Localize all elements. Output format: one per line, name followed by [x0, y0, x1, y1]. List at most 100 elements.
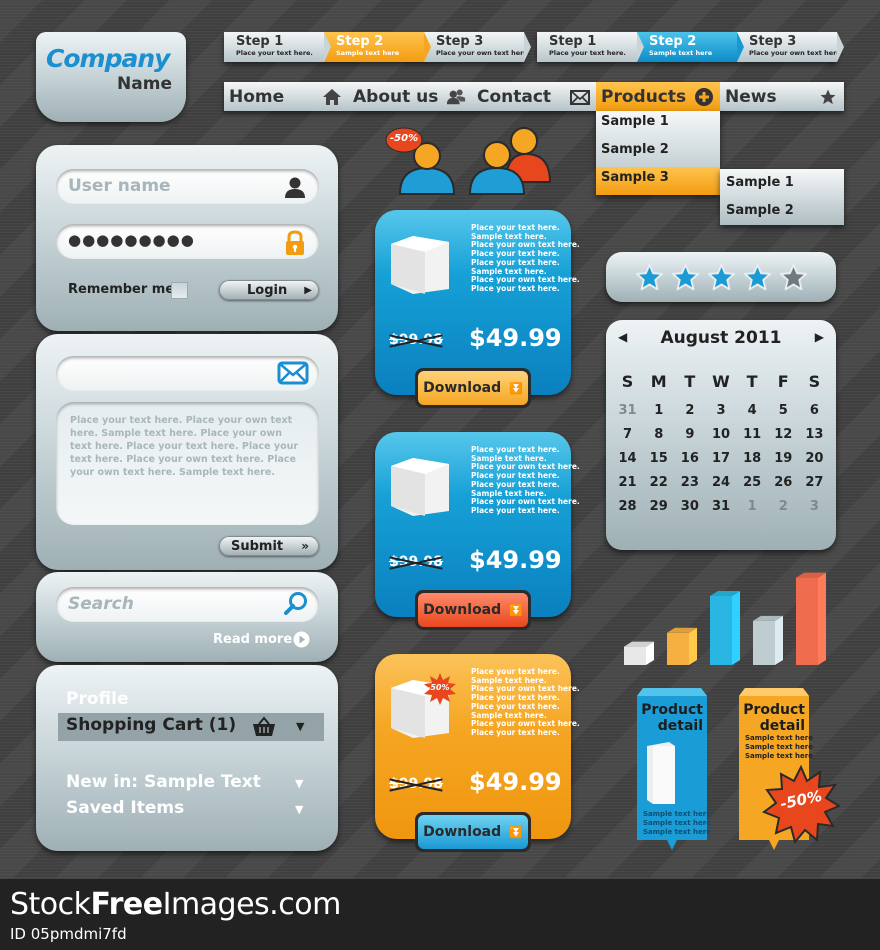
- remember-me-checkbox[interactable]: [171, 282, 188, 299]
- login-button[interactable]: Login ▶: [219, 280, 319, 300]
- step-2-active[interactable]: Step 2 Sample text here: [637, 32, 744, 62]
- message-textarea[interactable]: Place your text here. Place your own tex…: [56, 402, 319, 525]
- calendar-day[interactable]: 13: [799, 422, 830, 446]
- star-filled-icon[interactable]: [635, 263, 664, 292]
- calendar-day[interactable]: 1: [643, 398, 674, 422]
- calendar-day[interactable]: 18: [737, 446, 768, 470]
- play-circle-icon[interactable]: [293, 631, 310, 652]
- calendar-day[interactable]: 7: [612, 422, 643, 446]
- nav-item-contact[interactable]: Contact: [472, 82, 596, 111]
- calendar-day[interactable]: 24: [705, 470, 736, 494]
- calendar-day[interactable]: 4: [737, 398, 768, 422]
- calendar-day-outside[interactable]: 2: [768, 494, 799, 518]
- calendar-day-outside[interactable]: 3: [799, 494, 830, 518]
- calendar-day[interactable]: 27: [799, 470, 830, 494]
- calendar-day[interactable]: 31: [705, 494, 736, 518]
- calendar-day[interactable]: 29: [643, 494, 674, 518]
- weekday-header: W: [712, 371, 730, 391]
- nav-item-products[interactable]: Products: [596, 82, 720, 111]
- email-field[interactable]: [56, 356, 319, 391]
- username-field[interactable]: [56, 169, 319, 204]
- discount-badge: -50%: [427, 683, 450, 692]
- double-chevron-right-icon: »: [301, 539, 309, 553]
- search-input[interactable]: [68, 593, 278, 615]
- read-more-link[interactable]: Read more: [213, 632, 292, 647]
- star-filled-icon[interactable]: [707, 263, 736, 292]
- calendar-day[interactable]: 25: [737, 470, 768, 494]
- product-detail-tag-blue[interactable]: Product detail Sample text here Sample te…: [637, 688, 711, 850]
- calendar-day[interactable]: 28: [612, 494, 643, 518]
- dropdown-item[interactable]: Sample 2: [596, 139, 720, 167]
- menu-saved-items[interactable]: Saved Items: [66, 798, 184, 818]
- calendar-day[interactable]: 15: [643, 446, 674, 470]
- star-empty-icon[interactable]: [779, 263, 808, 292]
- calendar-day[interactable]: 6: [799, 398, 830, 422]
- brand-text: StockFreeImages.com: [10, 887, 341, 922]
- calendar-week: 21 22 23 24 25 26 27: [612, 470, 830, 494]
- password-dots[interactable]: ●●●●●●●●●: [68, 231, 195, 249]
- calendar-day[interactable]: 9: [674, 422, 705, 446]
- bar-side: [818, 572, 826, 665]
- calendar-day[interactable]: 22: [643, 470, 674, 494]
- weekday-header: T: [746, 371, 758, 391]
- chevron-down-icon[interactable]: ▼: [295, 803, 303, 816]
- calendar-day[interactable]: 14: [612, 446, 643, 470]
- dropdown-item-selected[interactable]: Sample 3: [596, 167, 720, 195]
- calendar-day-outside[interactable]: 31: [612, 398, 643, 422]
- search-icon[interactable]: [283, 591, 307, 615]
- calendar-day[interactable]: 3: [705, 398, 736, 422]
- products-submenu: Sample 1 Sample 2: [720, 169, 844, 225]
- submit-button[interactable]: Submit »: [219, 536, 319, 556]
- step-3[interactable]: Step 3 Place your own text here.: [424, 32, 531, 62]
- bar-front: [624, 646, 646, 665]
- calendar-day[interactable]: 8: [643, 422, 674, 446]
- next-month-icon[interactable]: ▶: [815, 330, 824, 344]
- download-button[interactable]: Download ⏬: [415, 590, 531, 630]
- password-field[interactable]: ●●●●●●●●●: [56, 224, 319, 259]
- download-button[interactable]: Download ⏬: [415, 368, 531, 408]
- chevron-down-icon[interactable]: ▼: [295, 777, 303, 790]
- calendar-day[interactable]: 20: [799, 446, 830, 470]
- calendar-day[interactable]: 12: [768, 422, 799, 446]
- bar-front: [667, 632, 689, 665]
- nav-item-about[interactable]: About us: [348, 82, 472, 111]
- star-rating[interactable]: [606, 252, 836, 302]
- users-icon: [446, 87, 466, 107]
- menu-profile[interactable]: Profile: [66, 689, 128, 709]
- calendar-day[interactable]: 5: [768, 398, 799, 422]
- login-panel: ●●●●●●●●● Remember me Login ▶: [36, 145, 338, 331]
- search-field[interactable]: [56, 587, 319, 622]
- email-input[interactable]: [68, 362, 278, 384]
- calendar-day[interactable]: 17: [705, 446, 736, 470]
- contact-form-panel: Place your text here. Place your own tex…: [36, 334, 338, 570]
- star-filled-icon[interactable]: [671, 263, 700, 292]
- company-logo[interactable]: Company Name: [36, 32, 186, 122]
- calendar-day[interactable]: 30: [674, 494, 705, 518]
- calendar-day[interactable]: 19: [768, 446, 799, 470]
- step-3[interactable]: Step 3 Place your own text here.: [737, 32, 844, 62]
- nav-item-news[interactable]: News: [720, 82, 844, 111]
- submenu-item[interactable]: Sample 2: [720, 197, 844, 225]
- menu-cart-row[interactable]: Shopping Cart (1) ▼: [58, 713, 324, 741]
- calendar-day[interactable]: 11: [737, 422, 768, 446]
- bar-2: [667, 627, 697, 665]
- menu-new-in[interactable]: New in: Sample Text: [66, 772, 261, 792]
- nav-item-home[interactable]: Home: [224, 82, 348, 111]
- submenu-item[interactable]: Sample 1: [720, 169, 844, 197]
- username-input[interactable]: [68, 175, 278, 197]
- calendar-day[interactable]: 26: [768, 470, 799, 494]
- star-filled-icon[interactable]: [743, 263, 772, 292]
- dropdown-item[interactable]: Sample 1: [596, 111, 720, 139]
- calendar-day[interactable]: 23: [674, 470, 705, 494]
- step-1[interactable]: Step 1 Place your text here.: [224, 32, 331, 62]
- step-1[interactable]: Step 1 Place your text here.: [537, 32, 644, 62]
- calendar-day[interactable]: 16: [674, 446, 705, 470]
- download-button[interactable]: Download ⏬: [415, 812, 531, 852]
- calendar-day-outside[interactable]: 1: [737, 494, 768, 518]
- step-2-active[interactable]: Step 2 Sample text here: [324, 32, 431, 62]
- step-arrow: [324, 32, 331, 62]
- calendar-day[interactable]: 2: [674, 398, 705, 422]
- calendar-day[interactable]: 21: [612, 470, 643, 494]
- product-description: Place your text here. Sample text here. Pl…: [471, 223, 580, 293]
- calendar-day[interactable]: 10: [705, 422, 736, 446]
